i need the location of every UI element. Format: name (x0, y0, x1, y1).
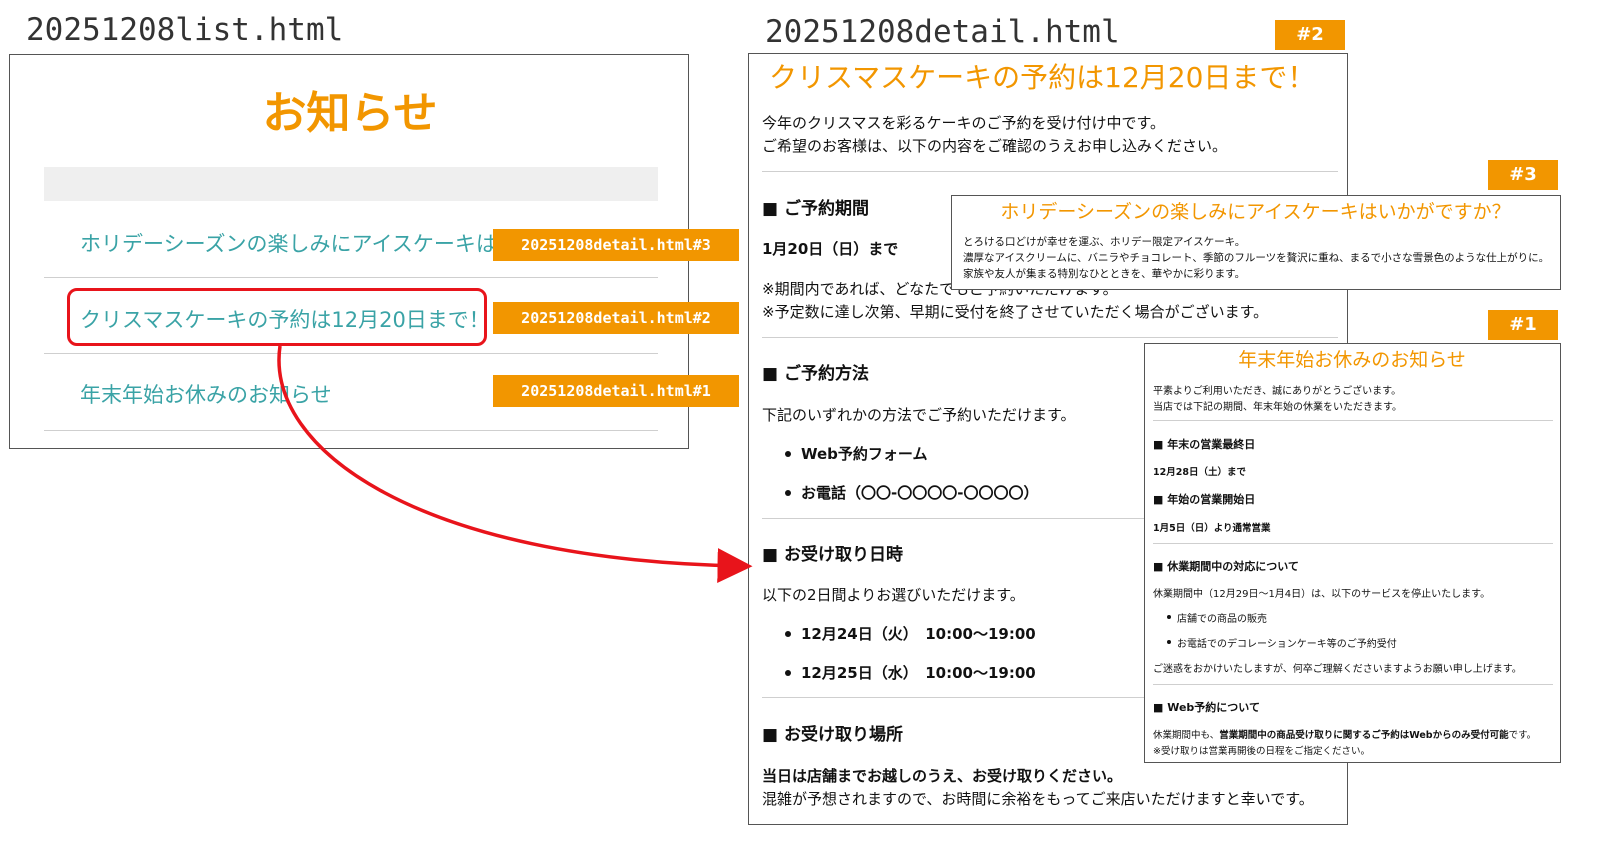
arrow-path (277, 345, 753, 584)
link-arrow (277, 345, 753, 584)
